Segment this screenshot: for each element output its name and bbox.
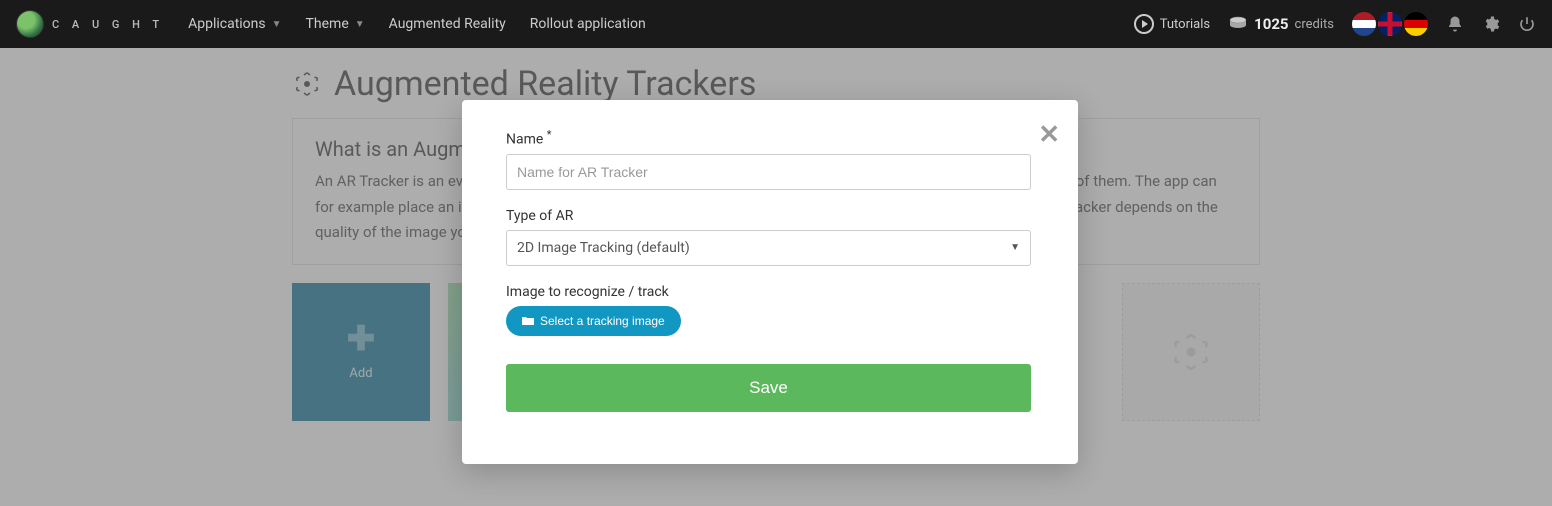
flag-de-icon[interactable]	[1404, 12, 1428, 36]
brand-text: C A U G H T	[52, 18, 164, 31]
chevron-down-icon: ▼	[272, 19, 282, 30]
name-label-text: Name	[506, 132, 543, 148]
field-image: Image to recognize / track Select a trac…	[506, 284, 1034, 336]
credits-label: credits	[1295, 17, 1334, 32]
required-asterisk: *	[547, 128, 552, 141]
field-type: Type of AR 2D Image Tracking (default) ▼	[506, 208, 1034, 266]
close-icon[interactable]: ✕	[1038, 120, 1060, 150]
nav-applications[interactable]: Applications ▼	[188, 16, 281, 32]
save-button[interactable]: Save	[506, 364, 1031, 412]
gear-icon[interactable]	[1482, 15, 1500, 33]
coins-icon	[1228, 16, 1248, 32]
bell-icon[interactable]	[1446, 15, 1464, 33]
flag-uk-icon[interactable]	[1378, 12, 1402, 36]
nav-theme-label: Theme	[306, 16, 349, 32]
nav-applications-label: Applications	[188, 16, 266, 32]
nav-ar-label: Augmented Reality	[389, 16, 506, 32]
select-image-button[interactable]: Select a tracking image	[506, 306, 681, 336]
image-label: Image to recognize / track	[506, 284, 1034, 300]
select-image-label: Select a tracking image	[540, 314, 665, 328]
type-selected-value: 2D Image Tracking (default)	[517, 240, 690, 256]
language-flags	[1352, 12, 1428, 36]
nav-rollout[interactable]: Rollout application	[530, 16, 646, 32]
add-tracker-modal: ✕ Name * Type of AR 2D Image Tracking (d…	[462, 100, 1078, 464]
nav-right: Tutorials 1025 credits	[1134, 12, 1536, 36]
credits-amount: 1025	[1254, 15, 1288, 33]
nav-rollout-label: Rollout application	[530, 16, 646, 32]
chevron-down-icon: ▼	[1010, 242, 1020, 253]
flag-nl-icon[interactable]	[1352, 12, 1376, 36]
brand-logo-icon	[16, 10, 44, 38]
name-input[interactable]	[506, 154, 1031, 190]
tutorials-label: Tutorials	[1160, 17, 1210, 32]
credits[interactable]: 1025 credits	[1228, 15, 1334, 33]
tutorials-link[interactable]: Tutorials	[1134, 14, 1210, 34]
folder-icon	[522, 316, 534, 326]
nav-theme[interactable]: Theme ▼	[306, 16, 365, 32]
nav-left: Applications ▼ Theme ▼ Augmented Reality…	[188, 16, 646, 32]
brand[interactable]: C A U G H T	[16, 10, 164, 38]
topnav: C A U G H T Applications ▼ Theme ▼ Augme…	[0, 0, 1552, 48]
nav-augmented-reality[interactable]: Augmented Reality	[389, 16, 506, 32]
power-icon[interactable]	[1518, 15, 1536, 33]
chevron-down-icon: ▼	[355, 19, 365, 30]
name-label: Name *	[506, 128, 1034, 148]
play-circle-icon	[1134, 14, 1154, 34]
field-name: Name *	[506, 128, 1034, 190]
type-select[interactable]: 2D Image Tracking (default) ▼	[506, 230, 1031, 266]
type-label: Type of AR	[506, 208, 1034, 224]
